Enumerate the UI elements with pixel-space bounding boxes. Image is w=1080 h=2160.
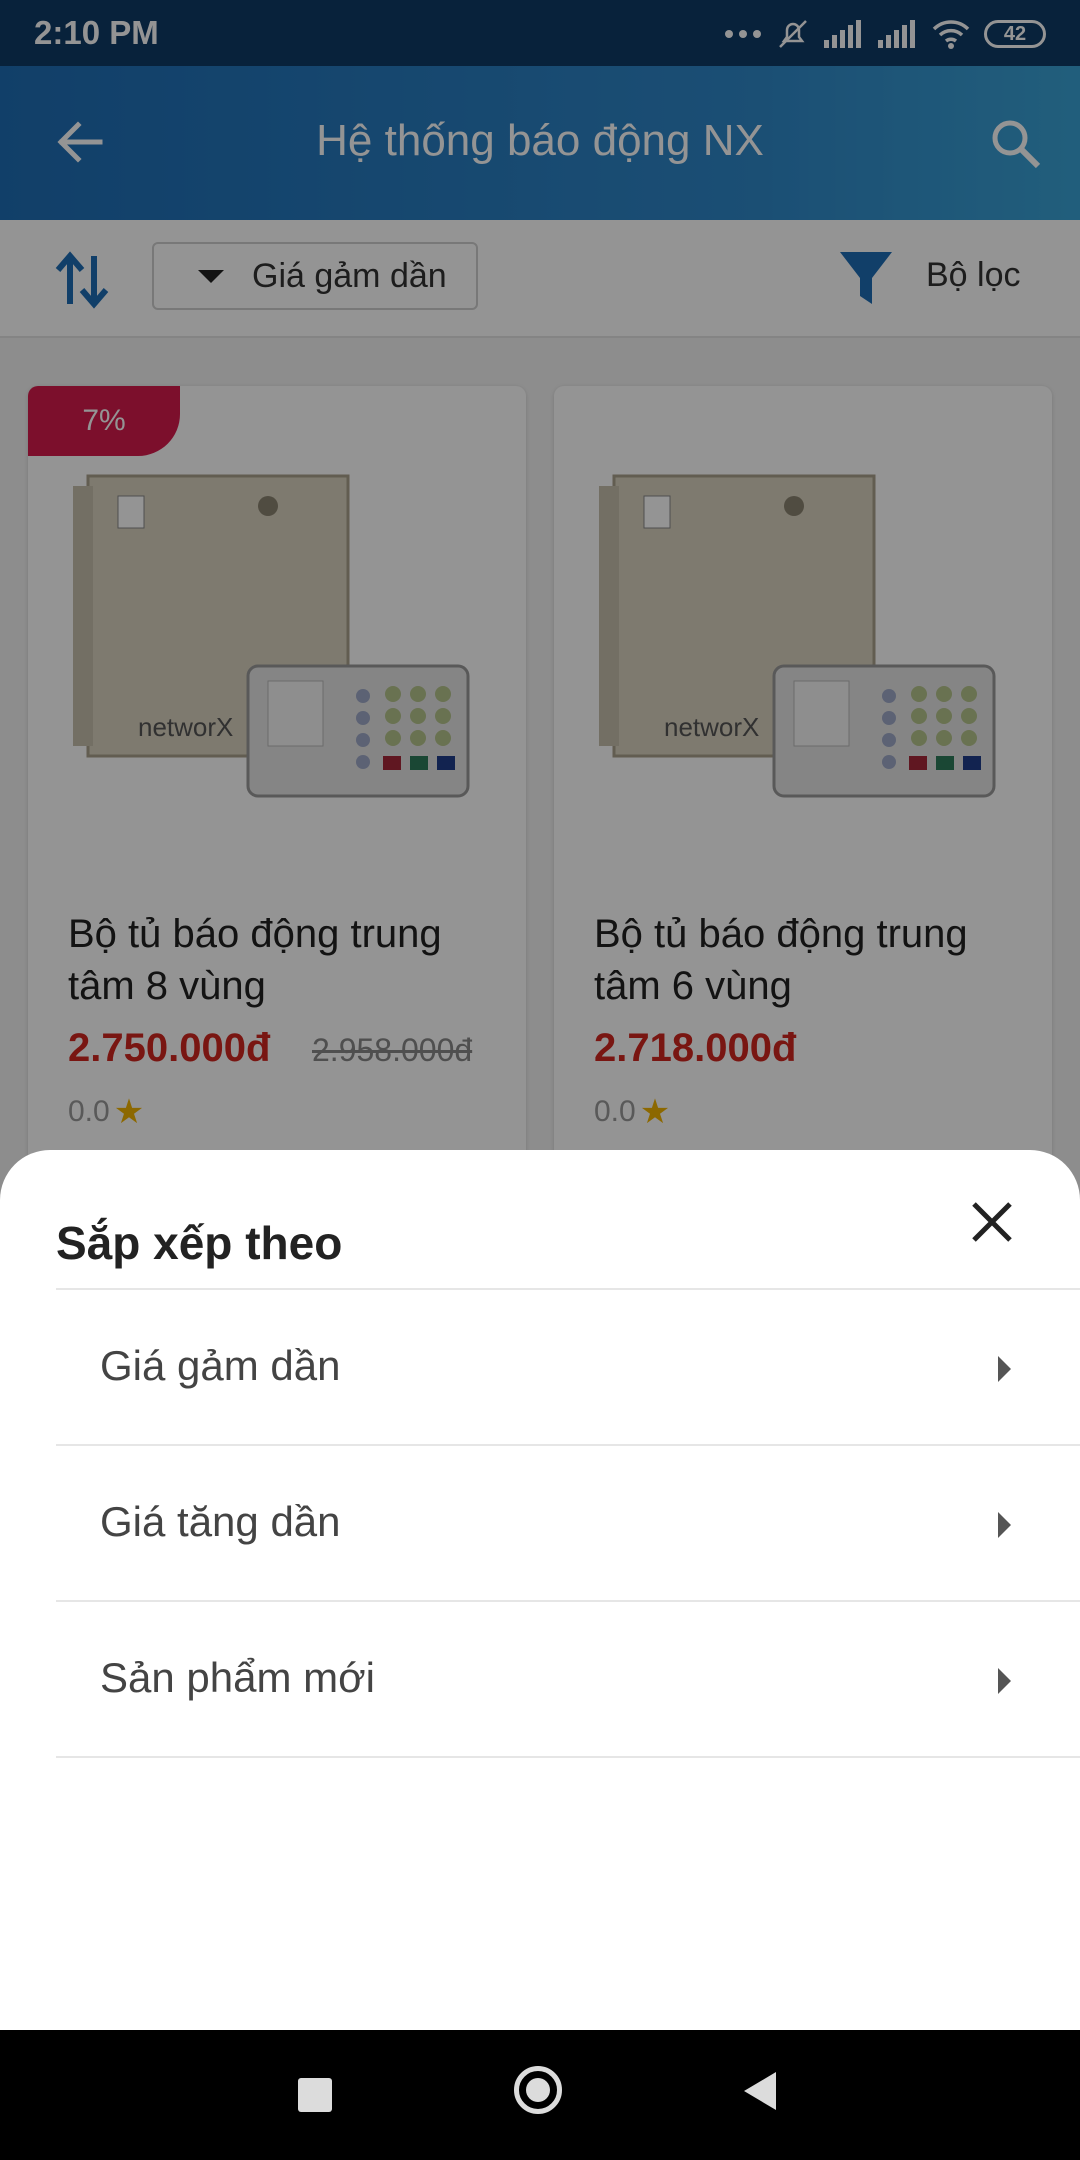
sort-option-label: Giá tăng dần [100,1498,341,1545]
chevron-right-icon [998,1668,1011,1694]
sort-option-label: Sản phẩm mới [100,1654,375,1701]
chevron-right-icon [998,1356,1011,1382]
system-nav-bar [0,2030,1080,2160]
sort-option-label: Giá gảm dần [100,1342,341,1389]
sort-bottom-sheet: Sắp xếp theo Giá gảm dần Giá tăng dần Sả… [0,1150,1080,2030]
close-icon[interactable] [966,1196,1018,1248]
sort-option-price-asc[interactable]: Giá tăng dần [56,1446,1080,1602]
home-icon[interactable] [514,2066,562,2114]
back-icon[interactable] [744,2072,776,2110]
sort-option-newest[interactable]: Sản phẩm mới [56,1602,1080,1758]
chevron-right-icon [998,1512,1011,1538]
recent-apps-icon[interactable] [298,2078,332,2112]
sheet-title: Sắp xếp theo [56,1217,343,1269]
sort-option-price-desc[interactable]: Giá gảm dần [56,1290,1080,1446]
